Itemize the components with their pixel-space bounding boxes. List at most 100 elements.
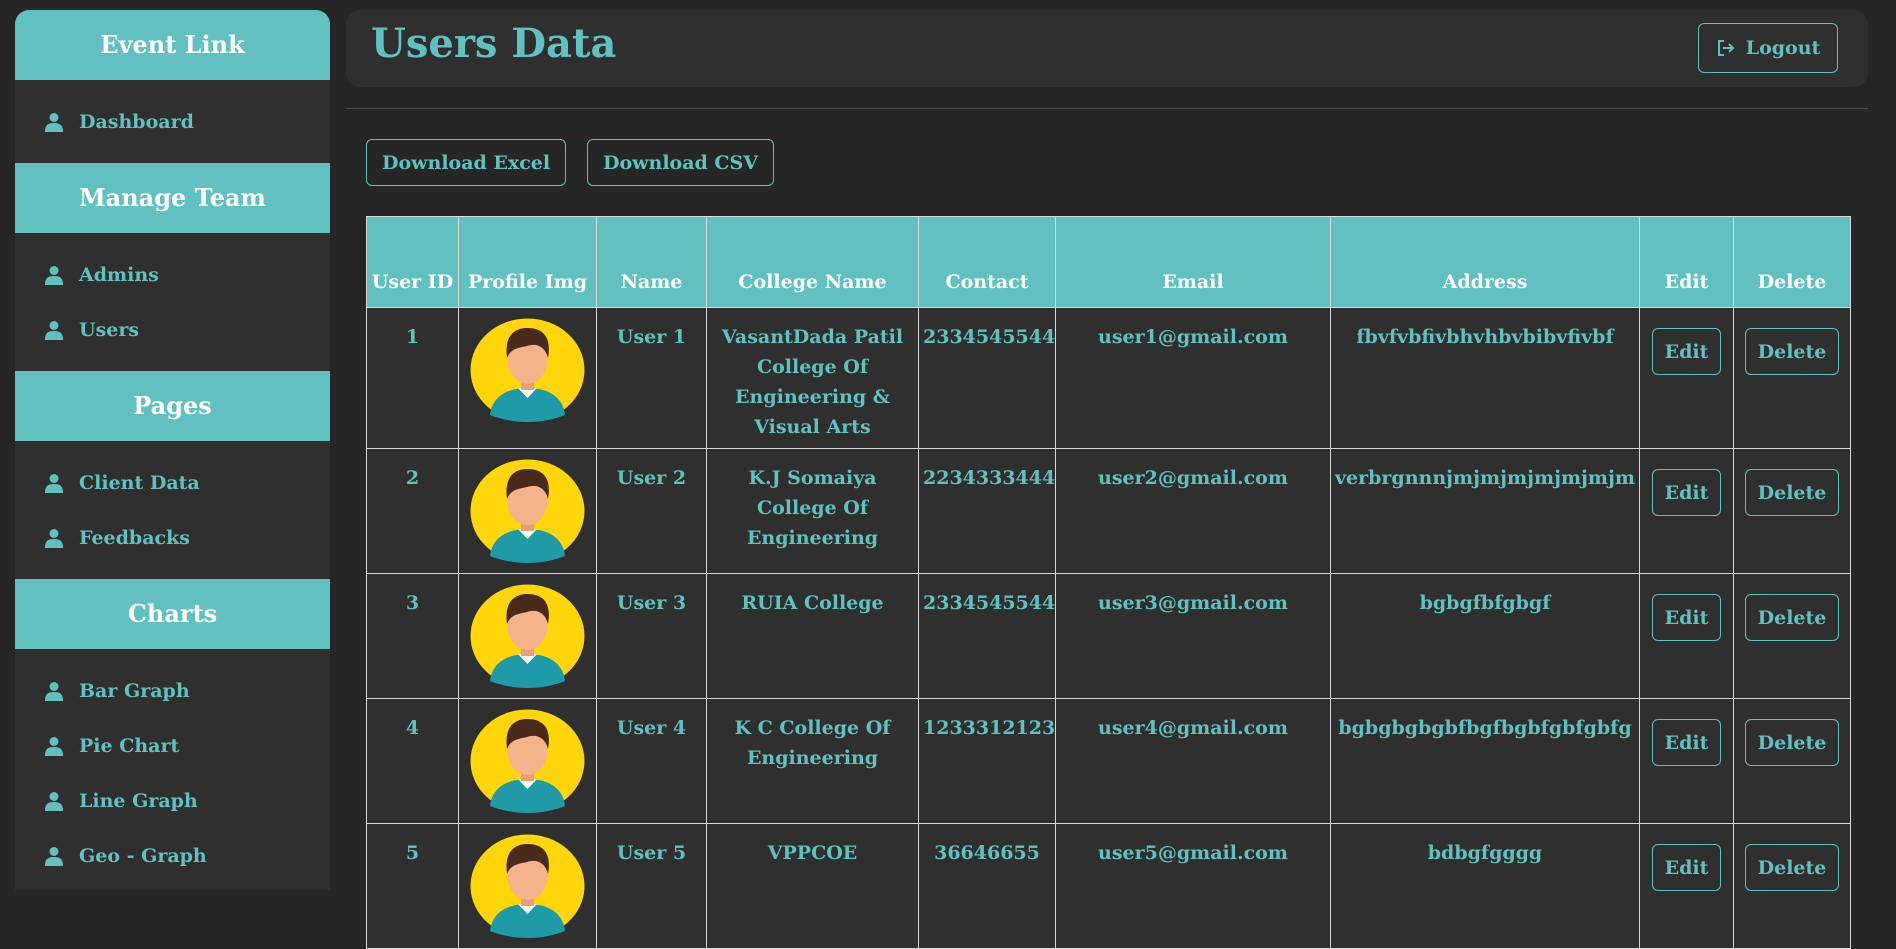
- cell-delete: Delete: [1733, 448, 1851, 574]
- sidebar-item-label: Feedbacks: [79, 526, 190, 549]
- user-icon: [45, 846, 63, 866]
- cell-profile-img: [458, 307, 597, 449]
- user-icon: [45, 112, 63, 132]
- column-header[interactable]: Edit: [1639, 216, 1734, 308]
- cell-college: VPPCOE: [706, 823, 919, 949]
- cell-college: K.J Somaiya College Of Engineering: [706, 448, 919, 574]
- sidebar-section-list: Bar Graph Pie Chart Line Graph Geo - Gra…: [15, 649, 330, 890]
- sidebar-section-title: Charts: [15, 579, 330, 649]
- edit-button[interactable]: Edit: [1651, 328, 1722, 375]
- cell-delete: Delete: [1733, 698, 1851, 824]
- avatar: [470, 709, 585, 813]
- logout-icon: [1717, 40, 1735, 56]
- cell-user-id: 3: [366, 573, 459, 699]
- table-header-row: User ID Profile Img Name College Name Co…: [366, 216, 1851, 308]
- cell-user-id: 1: [366, 307, 459, 449]
- cell-edit: Edit: [1639, 573, 1734, 699]
- delete-button[interactable]: Delete: [1744, 328, 1840, 375]
- column-header[interactable]: Name: [596, 216, 707, 308]
- avatar: [470, 584, 585, 688]
- cell-edit: Edit: [1639, 698, 1734, 824]
- cell-name: User 1: [596, 307, 707, 449]
- cell-name: User 5: [596, 823, 707, 949]
- delete-button[interactable]: Delete: [1744, 469, 1840, 516]
- sidebar-item-pie-chart[interactable]: Pie Chart: [15, 718, 330, 773]
- sidebar-item-client-data[interactable]: Client Data: [15, 455, 330, 510]
- avatar: [470, 318, 585, 422]
- cell-delete: Delete: [1733, 573, 1851, 699]
- cell-college: VasantDada Patil College Of Engineering …: [706, 307, 919, 449]
- sidebar-item-label: Pie Chart: [79, 734, 180, 757]
- cell-user-id: 5: [366, 823, 459, 949]
- table-row: 5 User 5 VPPCOE 36646655 user5@gmail.com…: [366, 823, 1851, 949]
- cell-email: user5@gmail.com: [1055, 823, 1331, 949]
- sidebar-section-title: Pages: [15, 371, 330, 441]
- edit-button[interactable]: Edit: [1651, 594, 1722, 641]
- cell-email: user2@gmail.com: [1055, 448, 1331, 574]
- sidebar-section-title: Manage Team: [15, 163, 330, 233]
- user-icon: [45, 473, 63, 493]
- cell-college: K C College Of Engineering: [706, 698, 919, 824]
- column-header[interactable]: Delete: [1733, 216, 1851, 308]
- cell-email: user3@gmail.com: [1055, 573, 1331, 699]
- edit-button[interactable]: Edit: [1651, 844, 1722, 891]
- download-csv-button[interactable]: Download CSV: [587, 139, 775, 186]
- table-row: 1 User 1 VasantDada Patil College Of Eng…: [366, 307, 1851, 449]
- logout-label: Logout: [1745, 37, 1821, 59]
- cell-name: User 2: [596, 448, 707, 574]
- cell-edit: Edit: [1639, 307, 1734, 449]
- sidebar-item-geo-graph[interactable]: Geo - Graph: [15, 828, 330, 883]
- column-header[interactable]: College Name: [706, 216, 919, 308]
- column-header[interactable]: Contact: [918, 216, 1056, 308]
- sidebar: Event Link Dashboard Manage Team Admins …: [15, 10, 330, 890]
- sidebar-item-admins[interactable]: Admins: [15, 247, 330, 302]
- table-row: 3 User 3 RUIA College 2334545544 user3@g…: [366, 573, 1851, 699]
- cell-email: user4@gmail.com: [1055, 698, 1331, 824]
- edit-button[interactable]: Edit: [1651, 469, 1722, 516]
- download-excel-button[interactable]: Download Excel: [366, 139, 567, 186]
- cell-address: bgbgfbfgbgf: [1330, 573, 1640, 699]
- sidebar-item-label: Line Graph: [79, 789, 198, 812]
- cell-contact: 1233312123: [918, 698, 1056, 824]
- column-header[interactable]: Profile Img: [458, 216, 597, 308]
- cell-contact: 2234333444: [918, 448, 1056, 574]
- sidebar-item-feedbacks[interactable]: Feedbacks: [15, 510, 330, 565]
- sidebar-section-list: Admins Users: [15, 233, 330, 371]
- cell-contact: 2334545544: [918, 307, 1056, 449]
- sidebar-item-label: Users: [79, 318, 140, 341]
- avatar: [470, 459, 585, 563]
- edit-button[interactable]: Edit: [1651, 719, 1722, 766]
- cell-delete: Delete: [1733, 307, 1851, 449]
- cell-email: user1@gmail.com: [1055, 307, 1331, 449]
- cell-profile-img: [458, 698, 597, 824]
- sidebar-item-line-graph[interactable]: Line Graph: [15, 773, 330, 828]
- cell-address: bdbgfgggg: [1330, 823, 1640, 949]
- sidebar-section-list: Client Data Feedbacks: [15, 441, 330, 579]
- users-table: User ID Profile Img Name College Name Co…: [366, 216, 1851, 949]
- user-icon: [45, 791, 63, 811]
- cell-delete: Delete: [1733, 823, 1851, 949]
- cell-address: verbrgnnnjmjmjmjmjmjmjm: [1330, 448, 1640, 574]
- delete-button[interactable]: Delete: [1744, 594, 1840, 641]
- table-row: 4 User 4 K C College Of Engineering 1233…: [366, 698, 1851, 824]
- user-icon: [45, 320, 63, 340]
- avatar: [470, 834, 585, 938]
- delete-button[interactable]: Delete: [1744, 844, 1840, 891]
- cell-edit: Edit: [1639, 448, 1734, 574]
- column-header[interactable]: Email: [1055, 216, 1331, 308]
- delete-button[interactable]: Delete: [1744, 719, 1840, 766]
- sidebar-main-list: Dashboard: [15, 80, 330, 163]
- sidebar-item-label: Dashboard: [79, 110, 194, 133]
- cell-profile-img: [458, 823, 597, 949]
- table-row: 2 User 2 K.J Somaiya College Of Engineer…: [366, 448, 1851, 574]
- column-header[interactable]: User ID: [366, 216, 459, 308]
- sidebar-item-users[interactable]: Users: [15, 302, 330, 357]
- user-icon: [45, 265, 63, 285]
- cell-user-id: 2: [366, 448, 459, 574]
- header-bar: Users Data Logout: [346, 10, 1868, 87]
- logout-button[interactable]: Logout: [1698, 23, 1838, 73]
- sidebar-item-bar-graph[interactable]: Bar Graph: [15, 663, 330, 718]
- sidebar-item-dashboard[interactable]: Dashboard: [15, 94, 330, 149]
- column-header[interactable]: Address: [1330, 216, 1640, 308]
- user-icon: [45, 681, 63, 701]
